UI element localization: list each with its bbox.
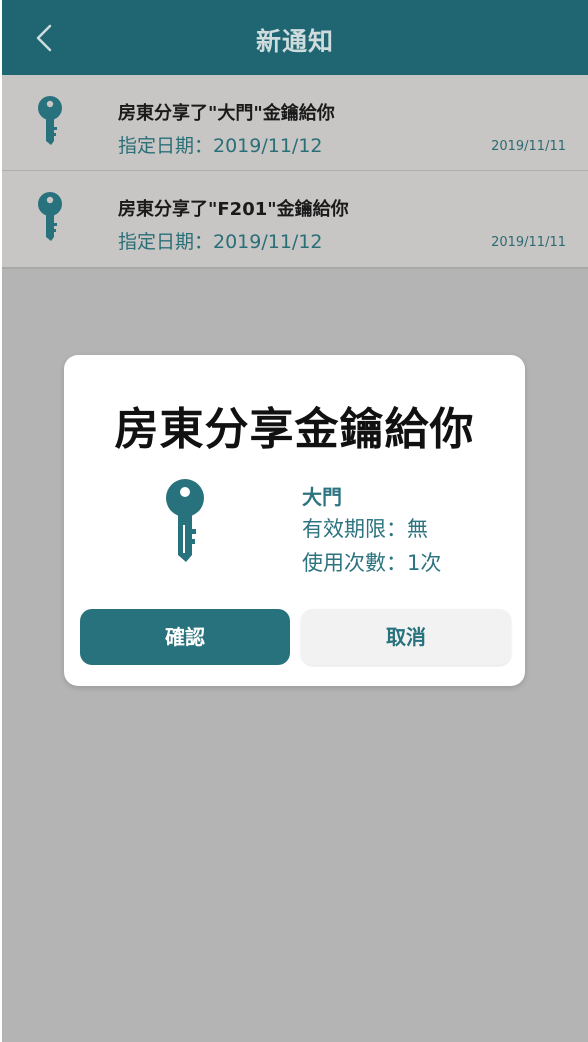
key-name: 大門 [302,485,342,509]
app-screen: 新通知 房東分享了"大門"金鑰給你 指定日期：2019/11/12 2019/1… [2,0,588,1042]
validity-period: 有效期限：無 [302,517,428,541]
notification-title: 房東分享了"F201"金鑰給你 [118,199,349,220]
list-item[interactable]: 房東分享了"大門"金鑰給你 指定日期：2019/11/12 2019/11/11 [2,75,588,171]
notification-timestamp: 2019/11/11 [491,139,566,154]
page-title: 新通知 [255,27,334,56]
cancel-button[interactable]: 取消 [301,609,511,665]
notification-date: 指定日期：2019/11/12 [118,135,323,157]
key-icon [34,95,66,149]
dialog-title: 房東分享金鑰給你 [114,404,475,455]
notification-list: 房東分享了"大門"金鑰給你 指定日期：2019/11/12 2019/11/11… [2,75,588,269]
usage-count: 使用次數：1次 [302,551,442,575]
key-icon [160,477,210,567]
top-bar: 新通知 [2,0,588,75]
notification-timestamp: 2019/11/11 [491,235,566,250]
key-icon [34,191,66,245]
list-item[interactable]: 房東分享了"F201"金鑰給你 指定日期：2019/11/12 2019/11/… [2,171,588,269]
notification-title: 房東分享了"大門"金鑰給你 [118,103,335,124]
share-key-dialog: 房東分享金鑰給你 大門 有效期限：無 使用次數：1次 確認 取消 [64,355,525,686]
notification-date: 指定日期：2019/11/12 [118,231,323,253]
confirm-button[interactable]: 確認 [80,609,290,665]
key-details: 大門 有效期限：無 使用次數：1次 [302,481,441,581]
